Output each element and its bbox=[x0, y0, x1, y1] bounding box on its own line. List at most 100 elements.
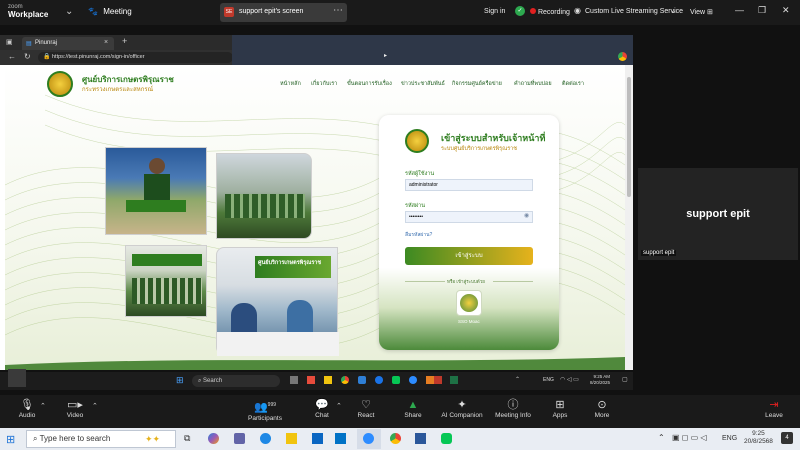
remote-clock[interactable]: 9:25 AM 8/20/2025 bbox=[590, 374, 610, 386]
edge-icon[interactable] bbox=[260, 433, 271, 444]
excel-icon[interactable] bbox=[450, 376, 458, 384]
page-scrollbar[interactable] bbox=[625, 65, 633, 370]
language-indicator[interactable]: ENG bbox=[722, 435, 737, 442]
remote-search-box[interactable]: ⌕ Search bbox=[192, 375, 280, 387]
edge-icon[interactable] bbox=[358, 376, 366, 384]
edge-copilot-icon[interactable] bbox=[618, 52, 627, 61]
line-icon[interactable] bbox=[441, 433, 452, 444]
close-tab-icon[interactable]: × bbox=[104, 39, 108, 46]
copilot-icon[interactable] bbox=[208, 433, 219, 444]
windows-start-icon[interactable]: ⊞ bbox=[176, 375, 184, 386]
more-icon[interactable]: ⋯ bbox=[333, 5, 343, 16]
meeting-info-button[interactable]: ⓘ Meeting Info bbox=[490, 399, 536, 419]
chevron-down-icon[interactable]: ⌄ bbox=[670, 6, 677, 15]
chrome-icon[interactable] bbox=[390, 433, 401, 444]
staff-figure bbox=[231, 303, 257, 335]
zoom-icon[interactable] bbox=[409, 376, 417, 384]
zoom-icon bbox=[363, 433, 374, 444]
app-icon[interactable] bbox=[307, 376, 315, 384]
nav-faq[interactable]: คำถามที่พบบ่อย bbox=[514, 80, 552, 88]
line-icon[interactable] bbox=[392, 376, 400, 384]
person-figure bbox=[149, 158, 165, 174]
username-input[interactable] bbox=[405, 179, 533, 191]
wifi-icon[interactable]: ◠ ◁ ▭ bbox=[560, 376, 579, 383]
word-icon[interactable] bbox=[415, 433, 426, 444]
or-text: หรือ เข้าสู่ระบบด้วย bbox=[447, 279, 485, 284]
participant-tile[interactable]: support epit support epit bbox=[638, 168, 798, 260]
meeting-menu[interactable]: 🐾 Meeting bbox=[88, 7, 132, 16]
view-button[interactable]: View ⊞ bbox=[690, 8, 713, 16]
tab-actions-icon[interactable]: ▣ bbox=[6, 38, 13, 46]
forgot-password-link[interactable]: ลืมรหัสผ่าน? bbox=[405, 231, 432, 239]
share-tab[interactable]: SE support epit's screen ⋯ bbox=[220, 3, 347, 22]
cursor-icon: ▸ bbox=[384, 53, 388, 59]
visitor-figure bbox=[287, 300, 313, 334]
task-view-icon[interactable]: ⧉ bbox=[184, 433, 190, 444]
chevron-up-icon[interactable]: ⌃ bbox=[40, 402, 46, 410]
chrome-icon[interactable] bbox=[341, 376, 349, 384]
chevron-up-icon[interactable]: ⌃ bbox=[515, 376, 520, 383]
app-icon[interactable] bbox=[434, 376, 442, 384]
refresh-icon[interactable]: ↻ bbox=[24, 52, 31, 61]
scroll-thumb[interactable] bbox=[627, 77, 631, 197]
notification-icon[interactable]: 4 bbox=[781, 432, 793, 444]
share-button[interactable]: ▲ Share bbox=[393, 399, 433, 419]
react-button[interactable]: ♡ React bbox=[346, 399, 386, 419]
login-title: เข้าสู่ระบบสำหรับเจ้าหน้าที่ bbox=[441, 133, 546, 143]
nav-process[interactable]: ขั้นตอนการรับเรื่อง bbox=[347, 80, 392, 88]
chevron-up-icon[interactable]: ⌃ bbox=[336, 402, 342, 410]
folder-icon[interactable] bbox=[324, 376, 332, 384]
browser-tab[interactable]: ▤ Pinunraj × bbox=[22, 37, 114, 50]
password-input[interactable] bbox=[405, 211, 533, 223]
maximize-icon[interactable]: ❐ bbox=[758, 5, 766, 16]
zoom-title-bar: zoom Workplace ⌄ 🐾 Meeting SE support ep… bbox=[0, 0, 800, 25]
sso-button[interactable] bbox=[456, 290, 482, 316]
taskbar-active-app[interactable] bbox=[357, 429, 381, 449]
new-tab-icon[interactable]: + bbox=[122, 36, 127, 46]
photo-banner-event bbox=[125, 245, 207, 317]
chrome-icon[interactable] bbox=[375, 376, 383, 384]
nav-contact[interactable]: ติดต่อเรา bbox=[562, 80, 584, 88]
nav-news[interactable]: ข่าวประชาสัมพันธ์ bbox=[401, 80, 445, 88]
store-icon[interactable] bbox=[312, 433, 323, 444]
nav-about[interactable]: เกี่ยวกับเรา bbox=[311, 80, 337, 88]
podium-sign bbox=[126, 200, 186, 212]
event-banner bbox=[132, 254, 202, 266]
show-password-icon[interactable]: ◉ bbox=[524, 212, 529, 219]
video-button[interactable]: ▭▸ Video bbox=[55, 399, 95, 419]
minimize-icon[interactable]: — bbox=[735, 5, 744, 15]
lock-icon: 🔒 bbox=[43, 54, 51, 60]
nav-home[interactable]: หน้าหลัก bbox=[280, 80, 301, 88]
sso-logo-icon bbox=[460, 294, 478, 312]
sign-in-link[interactable]: Sign in bbox=[484, 8, 505, 15]
back-icon[interactable]: ← bbox=[8, 52, 16, 61]
sparkle-icon: ✦ bbox=[457, 399, 467, 411]
system-tray-icons[interactable]: ▣ ◻ ▭ ◁ bbox=[672, 433, 707, 442]
leave-button[interactable]: ⇥ Leave bbox=[754, 399, 794, 419]
chevron-up-icon[interactable]: ⌃ bbox=[658, 433, 665, 442]
windows-start-icon[interactable]: ⊞ bbox=[6, 433, 15, 446]
language-indicator[interactable]: ENG bbox=[543, 377, 554, 383]
teams-icon[interactable] bbox=[234, 433, 245, 444]
ai-companion-button[interactable]: ✦ AI Companion bbox=[436, 399, 488, 419]
app-icon[interactable] bbox=[426, 376, 434, 384]
login-button[interactable]: เข้าสู่ระบบ bbox=[405, 247, 533, 265]
nav-network[interactable]: กิจกรรมศูนย์ครือข่าย bbox=[452, 80, 502, 88]
chevron-up-icon[interactable]: ⌃ bbox=[92, 402, 98, 410]
leave-icon: ⇥ bbox=[769, 399, 779, 411]
file-explorer-icon[interactable] bbox=[286, 433, 297, 444]
streaming-label[interactable]: Custom Live Streaming Service bbox=[585, 8, 683, 15]
close-icon[interactable]: ✕ bbox=[782, 5, 790, 16]
notification-icon[interactable]: ▢ bbox=[622, 376, 628, 383]
recording-status[interactable]: Recording bbox=[530, 8, 570, 16]
app-icon[interactable] bbox=[290, 376, 298, 384]
chevron-down-icon[interactable]: ⌄ bbox=[65, 6, 73, 17]
address-bar[interactable]: 🔒 https://test.pinunraj.com/sign-in/offi… bbox=[38, 52, 233, 63]
apps-button[interactable]: ⊞ Apps bbox=[540, 399, 580, 419]
more-button[interactable]: ⊙ More bbox=[582, 399, 622, 419]
shield-check-icon[interactable]: ✓ bbox=[515, 6, 525, 16]
clock[interactable]: 9:25 20/8/2568 bbox=[744, 430, 773, 446]
outlook-icon[interactable] bbox=[335, 433, 346, 444]
taskbar-search[interactable]: ⌕ Type here to search ✦✦ bbox=[26, 430, 176, 448]
participants-button[interactable]: 👥999 Participants bbox=[245, 399, 285, 422]
